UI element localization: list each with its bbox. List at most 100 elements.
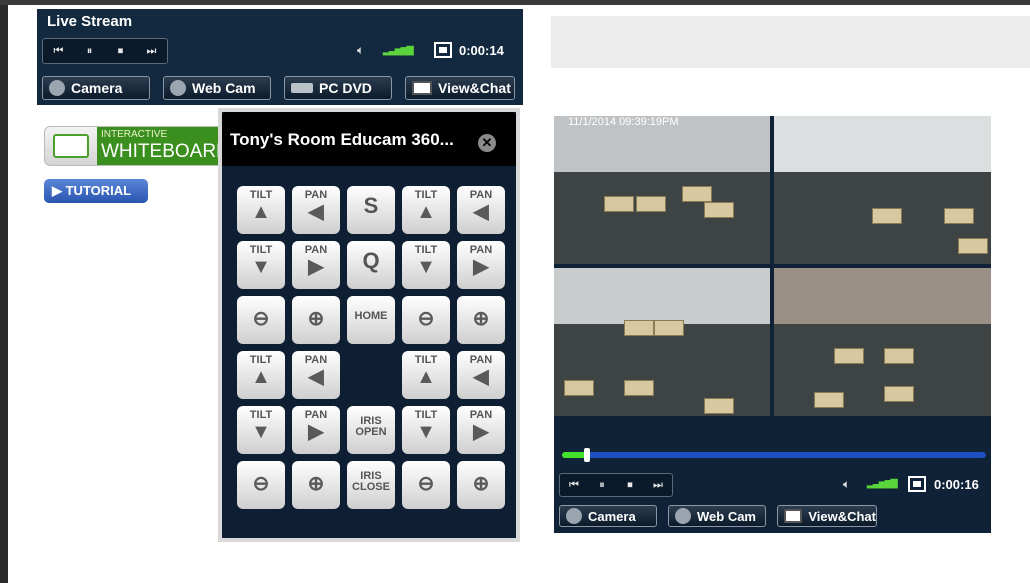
pan-button[interactable]: PAN ◀	[292, 351, 340, 399]
volume-icon[interactable]: 🔈︎	[843, 477, 850, 492]
pad-label: TILT	[249, 409, 273, 421]
close-icon[interactable]: ✕	[478, 134, 496, 152]
seek-bar[interactable]	[562, 448, 986, 462]
tilt-button[interactable]: TILT ▲	[402, 351, 450, 399]
zoom-in-icon: ⊕	[472, 308, 490, 330]
zoom-in-icon: ⊕	[472, 473, 490, 495]
zoom-out-icon: ⊖	[252, 308, 270, 330]
down-arrow-icon: ▼	[416, 421, 436, 443]
skip-forward-icon[interactable]: ⏭	[649, 479, 667, 492]
pan-button[interactable]: PAN ▶	[292, 241, 340, 289]
pan-button[interactable]: PAN ◀	[457, 351, 505, 399]
pause-icon[interactable]: ⏸	[81, 45, 99, 58]
zoom-out-icon: ⊖	[252, 473, 270, 495]
down-arrow-icon: ▼	[251, 256, 271, 278]
pad-label: TILT	[249, 189, 273, 201]
camera-view-2[interactable]	[774, 116, 991, 264]
pan-button[interactable]: PAN ◀	[457, 186, 505, 234]
pan-button[interactable]: PAN ▶	[457, 241, 505, 289]
pad-label: PAN	[469, 189, 493, 201]
pan-button[interactable]: PAN ◀	[292, 186, 340, 234]
volume-level-icon[interactable]: ▂▃▅▆▇	[867, 478, 898, 489]
up-arrow-icon: ▲	[416, 366, 436, 388]
pad-label: TILT	[414, 244, 438, 256]
home-button[interactable]: HOME	[347, 296, 395, 344]
iris-close-button[interactable]: IRIS CLOSE	[347, 461, 395, 509]
live-time: 0:00:14	[459, 43, 504, 58]
live-stream-panel: Live Stream ⏮ ⏸ ⏹ ⏭ 🔈︎ ▂▃▅▆▇ 0:00:14 Cam…	[37, 9, 523, 105]
seek-handle[interactable]	[584, 448, 591, 462]
fullscreen-icon[interactable]	[434, 42, 452, 58]
tilt-button[interactable]: TILT ▼	[237, 406, 285, 454]
preset-s-button[interactable]: S	[347, 186, 395, 234]
web-cam-button[interactable]: Web Cam	[668, 505, 766, 527]
down-arrow-icon: ▼	[416, 256, 436, 278]
view-chat-button[interactable]: View&Chat	[777, 505, 877, 527]
tilt-button[interactable]: TILT ▲	[237, 351, 285, 399]
right-arrow-icon: ▶	[473, 256, 489, 278]
zoom-in-button[interactable]: ⊕	[457, 461, 505, 509]
pad-label: PAN	[304, 354, 328, 366]
fullscreen-icon[interactable]	[908, 476, 926, 492]
zoom-out-button[interactable]: ⊖	[237, 296, 285, 344]
zoom-out-button[interactable]: ⊖	[402, 296, 450, 344]
iris-open-button[interactable]: IRIS OPEN	[347, 406, 395, 454]
pc-dvd-button[interactable]: PC DVD	[284, 76, 392, 100]
zoom-out-button[interactable]: ⊖	[402, 461, 450, 509]
pad-label: TILT	[414, 354, 438, 366]
zoom-in-button[interactable]: ⊕	[457, 296, 505, 344]
pad-label: TILT	[414, 189, 438, 201]
preset-q-button[interactable]: Q	[347, 241, 395, 289]
tilt-button[interactable]: TILT ▼	[402, 406, 450, 454]
tilt-button[interactable]: TILT ▲	[237, 186, 285, 234]
zoom-in-button[interactable]: ⊕	[292, 296, 340, 344]
player-time: 0:00:16	[934, 477, 979, 492]
pad-label: TILT	[414, 409, 438, 421]
pad-label: PAN	[469, 409, 493, 421]
volume-icon[interactable]: 🔈︎	[357, 43, 364, 58]
skip-back-icon[interactable]: ⏮	[50, 45, 68, 58]
pan-button[interactable]: PAN ▶	[292, 406, 340, 454]
pan-button[interactable]: PAN ▶	[457, 406, 505, 454]
view-chat-button[interactable]: View&Chat	[405, 76, 515, 100]
right-arrow-icon: ▶	[473, 421, 489, 443]
skip-forward-icon[interactable]: ⏭	[143, 45, 161, 58]
zoom-out-button[interactable]: ⊖	[237, 461, 285, 509]
left-arrow-icon: ◀	[473, 366, 489, 388]
zoom-in-button[interactable]: ⊕	[292, 461, 340, 509]
tilt-button[interactable]: TILT ▼	[237, 241, 285, 289]
tutorial-button[interactable]: ▶ TUTORIAL	[44, 179, 148, 203]
tilt-button[interactable]: TILT ▼	[402, 241, 450, 289]
stop-icon[interactable]: ⏹	[112, 45, 130, 58]
popup-title: Tony's Room Educam 360...	[230, 130, 454, 149]
right-arrow-icon: ▶	[308, 256, 324, 278]
zoom-out-icon: ⊖	[417, 473, 435, 495]
zoom-in-icon: ⊕	[307, 473, 325, 495]
whiteboard-icon	[53, 134, 89, 158]
pad-label: PAN	[304, 244, 328, 256]
camera-icon	[49, 80, 65, 96]
popup-header: Tony's Room Educam 360... ✕	[222, 112, 516, 166]
pad-label: PAN	[304, 409, 328, 421]
camera-button[interactable]: Camera	[42, 76, 150, 100]
pad-label: TILT	[249, 354, 273, 366]
up-arrow-icon: ▲	[416, 201, 436, 223]
tilt-button[interactable]: TILT ▲	[402, 186, 450, 234]
dvd-icon	[291, 83, 313, 93]
video-player: 11/1/2014 09:39:19PM ⏮ ⏸ ⏹ ⏭ 🔈︎ ▂▃▅▆▇ 0:…	[554, 116, 991, 533]
right-arrow-icon: ▶	[308, 421, 324, 443]
skip-back-icon[interactable]: ⏮	[565, 479, 583, 492]
camera-view-3[interactable]	[554, 268, 770, 416]
camera-button[interactable]: Camera	[559, 505, 657, 527]
interactive-whiteboard-button[interactable]: INTERACTIVE WHITEBOARD	[44, 126, 226, 166]
camera-view-4[interactable]	[774, 268, 991, 416]
pause-icon[interactable]: ⏸	[593, 479, 611, 492]
volume-level-icon[interactable]: ▂▃▅▆▇	[383, 45, 414, 56]
stop-icon[interactable]: ⏹	[621, 479, 639, 492]
webcam-icon	[675, 508, 691, 524]
placeholder-banner	[551, 16, 1030, 68]
window-icon	[784, 509, 803, 523]
zoom-in-icon: ⊕	[307, 308, 325, 330]
camera-view-1[interactable]: 11/1/2014 09:39:19PM	[554, 116, 770, 264]
web-cam-button[interactable]: Web Cam	[163, 76, 271, 100]
